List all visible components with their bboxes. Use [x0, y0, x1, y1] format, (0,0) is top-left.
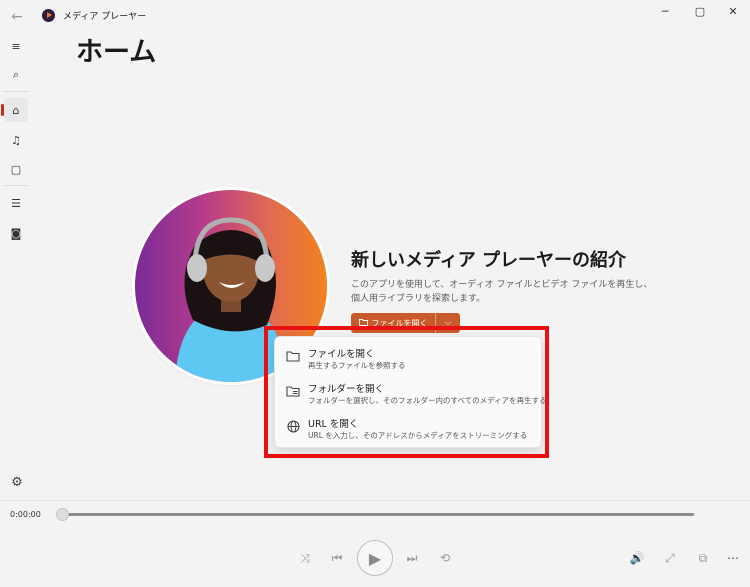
- intro-description: このアプリを使用して、オーディオ ファイルとビデオ ファイルを再生し、個人用ライ…: [351, 280, 653, 304]
- playlist-icon: ◙: [10, 226, 22, 240]
- settings-button[interactable]: ⚙: [8, 474, 26, 492]
- music-icon: ♫: [11, 133, 21, 147]
- play-queue-icon: ☰: [11, 196, 21, 210]
- player-bar: 0:00:00 ⤨ ⏮ ▶ ⏭ ⟲ 🔊 ⤢ ⧉ ⋯: [0, 500, 750, 587]
- elapsed-time: 0:00:00: [10, 510, 41, 519]
- search-button[interactable]: ⌕: [4, 63, 28, 87]
- play-button[interactable]: ▶: [357, 540, 393, 576]
- previous-button[interactable]: ⏮: [326, 547, 348, 569]
- app-logo-icon: [42, 9, 55, 22]
- title-bar: ← メディア プレーヤー ─ ▢ ✕: [0, 0, 750, 32]
- close-button[interactable]: ✕: [718, 4, 748, 20]
- next-button[interactable]: ⏭: [401, 547, 423, 569]
- shuffle-button[interactable]: ⤨: [294, 547, 316, 569]
- sidebar-divider: [4, 185, 28, 186]
- sidebar-item-video[interactable]: ▢: [4, 157, 28, 181]
- next-icon: ⏭: [406, 550, 418, 565]
- search-icon: ⌕: [12, 68, 20, 81]
- repeat-icon: ⟲: [439, 551, 451, 565]
- sidebar-divider: [4, 91, 28, 92]
- more-icon: ⋯: [727, 551, 739, 565]
- sidebar-item-play-queue[interactable]: ☰: [4, 191, 28, 215]
- miniplayer-button[interactable]: ⧉: [692, 547, 714, 569]
- more-options-button[interactable]: ⋯: [722, 547, 744, 569]
- previous-icon: ⏮: [331, 550, 343, 565]
- sidebar-item-music[interactable]: ♫: [4, 128, 28, 152]
- fullscreen-icon: ⤢: [665, 550, 675, 565]
- gear-icon: ⚙: [11, 475, 23, 490]
- minimize-button[interactable]: ─: [650, 4, 680, 20]
- repeat-button[interactable]: ⟲: [434, 547, 456, 569]
- video-icon: ▢: [10, 162, 22, 176]
- shuffle-icon: ⤨: [300, 550, 310, 565]
- intro-title: 新しいメディア プレーヤーの紹介: [351, 250, 627, 271]
- play-icon: ▶: [368, 548, 382, 568]
- highlight-annotation-box: [264, 326, 549, 458]
- volume-icon: 🔊: [629, 551, 645, 565]
- window-title: メディア プレーヤー: [63, 12, 147, 22]
- seek-thumb[interactable]: [56, 508, 69, 521]
- miniplayer-icon: ⧉: [698, 550, 708, 565]
- back-button[interactable]: ←: [8, 8, 26, 26]
- hamburger-icon: ≡: [11, 39, 21, 53]
- sidebar: ≡ ⌕ ⌂ ♫ ▢ ☰ ◙: [0, 32, 32, 500]
- menu-toggle-button[interactable]: ≡: [4, 34, 28, 58]
- maximize-button[interactable]: ▢: [685, 4, 715, 20]
- sidebar-item-home[interactable]: ⌂: [1, 98, 28, 122]
- sidebar-item-playlists[interactable]: ◙: [4, 221, 28, 245]
- fullscreen-button[interactable]: ⤢: [659, 547, 681, 569]
- home-icon: ⌂: [12, 103, 20, 117]
- seek-bar[interactable]: [62, 513, 694, 516]
- page-title: ホーム: [76, 37, 157, 68]
- volume-button[interactable]: 🔊: [626, 547, 648, 569]
